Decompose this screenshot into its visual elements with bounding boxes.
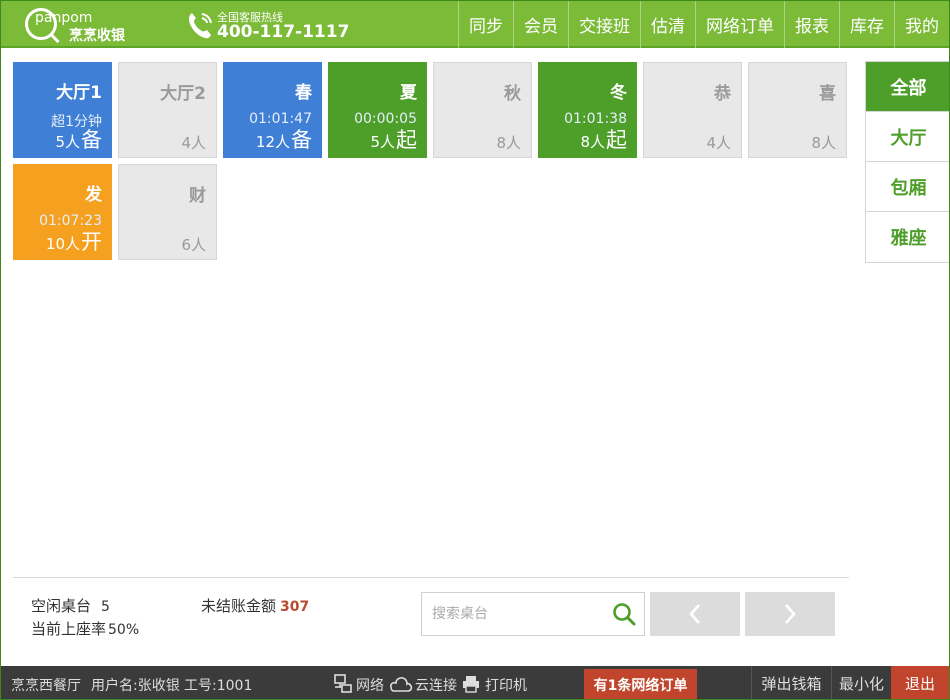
table-name: 春 xyxy=(295,83,312,103)
table-people: 10人开 xyxy=(46,226,102,256)
chevron-right-icon xyxy=(785,604,796,624)
nav-members[interactable]: 会员 xyxy=(513,1,568,48)
table-people: 12人备 xyxy=(256,124,312,154)
nav-shift-handover[interactable]: 交接班 xyxy=(568,1,640,48)
nav-inventory[interactable]: 库存 xyxy=(839,1,894,48)
table-people-count: 5人 xyxy=(55,133,80,151)
network-icon xyxy=(334,674,352,693)
category-all[interactable]: 全部 xyxy=(866,62,949,112)
table-tile[interactable]: 大厅2 4人 xyxy=(118,62,217,158)
divider xyxy=(13,577,849,578)
category-private-room[interactable]: 包厢 xyxy=(866,162,949,212)
cloud-status: 云连接 xyxy=(415,678,457,694)
occupancy-stat: 当前上座率 50% xyxy=(31,618,139,639)
table-people-count: 6人 xyxy=(181,236,206,254)
unpaid-label: 未结账金额 xyxy=(201,597,277,615)
table-tile[interactable]: 发 01:07:23 10人开 xyxy=(13,164,112,260)
prev-page-button[interactable] xyxy=(650,592,740,636)
table-people: 5人备 xyxy=(55,124,102,154)
exit-button[interactable]: 退出 xyxy=(891,666,949,699)
table-people-count: 8人 xyxy=(580,133,605,151)
table-tile[interactable]: 喜 8人 xyxy=(748,62,847,158)
search-input[interactable] xyxy=(432,603,602,625)
table-name: 大厅1 xyxy=(56,83,102,103)
hotline-number: 400-117-1117 xyxy=(217,22,350,42)
open-cash-drawer-button[interactable]: 弹出钱箱 xyxy=(751,666,831,699)
table-tile[interactable]: 冬 01:01:38 8人起 xyxy=(538,62,637,158)
table-people-count: 8人 xyxy=(811,134,836,152)
chevron-left-icon xyxy=(689,604,700,624)
idle-tables-value: 5 xyxy=(101,599,110,615)
online-order-alert[interactable]: 有1条网络订单 xyxy=(584,669,697,699)
top-nav: 同步 会员 交接班 估清 网络订单 报表 库存 我的 xyxy=(458,1,949,48)
table-tile[interactable]: 恭 4人 xyxy=(643,62,742,158)
employee-id: 工号:1001 xyxy=(184,678,253,694)
table-state: 开 xyxy=(81,230,102,254)
occupancy-label: 当前上座率 xyxy=(31,620,107,638)
table-state: 备 xyxy=(291,128,312,152)
table-state: 备 xyxy=(81,128,102,152)
logo-text: panpom xyxy=(35,10,93,26)
table-people-count: 10人 xyxy=(45,235,80,253)
table-people-count: 12人 xyxy=(255,133,290,151)
nav-reports[interactable]: 报表 xyxy=(784,1,839,48)
table-name: 财 xyxy=(189,186,206,206)
logo-chinese-name: 烹烹收银 xyxy=(69,28,125,44)
restaurant-name: 烹烹西餐厅 xyxy=(11,678,81,694)
table-people: 5人起 xyxy=(370,124,417,154)
table-name: 夏 xyxy=(400,83,417,103)
table-name: 秋 xyxy=(504,84,521,104)
table-tile[interactable]: 秋 8人 xyxy=(433,62,532,158)
table-people: 4人 xyxy=(181,132,206,153)
idle-tables-label: 空闲桌台 xyxy=(31,597,92,615)
cloud-icon xyxy=(390,677,413,692)
search-box xyxy=(421,592,645,636)
username: 用户名:张收银 xyxy=(91,678,180,694)
table-people-count: 4人 xyxy=(706,134,731,152)
pos-window: panpom 烹烹收银 全国客服热线 400-117-1117 同步 会员 交接… xyxy=(0,0,950,700)
nav-online-orders[interactable]: 网络订单 xyxy=(695,1,784,48)
unpaid-amount: 307 xyxy=(280,599,310,615)
category-booth[interactable]: 雅座 xyxy=(866,212,949,262)
table-people-count: 8人 xyxy=(496,134,521,152)
table-name: 大厅2 xyxy=(160,84,206,104)
header-bar: panpom 烹烹收银 全国客服热线 400-117-1117 同步 会员 交接… xyxy=(1,1,949,48)
category-hall[interactable]: 大厅 xyxy=(866,112,949,162)
table-people: 4人 xyxy=(706,132,731,153)
table-state: 起 xyxy=(396,128,417,152)
table-name: 喜 xyxy=(819,84,836,104)
next-page-button[interactable] xyxy=(745,592,835,636)
phone-icon xyxy=(188,13,212,39)
search-icon[interactable] xyxy=(612,602,636,626)
table-people: 8人起 xyxy=(580,124,627,154)
table-name: 恭 xyxy=(714,84,731,104)
minimize-button[interactable]: 最小化 xyxy=(831,666,891,699)
area-category-list: 全部 大厅 包厢 雅座 xyxy=(865,61,949,263)
table-tile[interactable]: 春 01:01:47 12人备 xyxy=(223,62,322,158)
network-status: 网络 xyxy=(356,678,384,694)
status-bar: 烹烹西餐厅 用户名:张收银 工号:1001 网络 云连接 打印机 有1条网络订单… xyxy=(1,666,949,699)
printer-status: 打印机 xyxy=(485,678,527,694)
unpaid-stat: 未结账金额 307 xyxy=(201,595,309,616)
table-tile[interactable]: 财 6人 xyxy=(118,164,217,260)
occupancy-value: 50% xyxy=(108,622,140,638)
nav-mine[interactable]: 我的 xyxy=(894,1,949,48)
table-people-count: 5人 xyxy=(370,133,395,151)
table-tile[interactable]: 夏 00:00:05 5人起 xyxy=(328,62,427,158)
table-people: 8人 xyxy=(811,132,836,153)
idle-tables-stat: 空闲桌台 5 xyxy=(31,595,110,616)
table-people-count: 4人 xyxy=(181,134,206,152)
printer-icon xyxy=(463,676,479,693)
nav-sold-out[interactable]: 估清 xyxy=(640,1,695,48)
table-name: 发 xyxy=(85,185,102,205)
table-people: 6人 xyxy=(181,234,206,255)
nav-sync[interactable]: 同步 xyxy=(458,1,513,48)
table-people: 8人 xyxy=(496,132,521,153)
table-tile[interactable]: 大厅1 超1分钟 5人备 xyxy=(13,62,112,158)
table-name: 冬 xyxy=(610,83,627,103)
brand-logo: panpom 烹烹收银 xyxy=(23,7,133,44)
table-state: 起 xyxy=(606,128,627,152)
